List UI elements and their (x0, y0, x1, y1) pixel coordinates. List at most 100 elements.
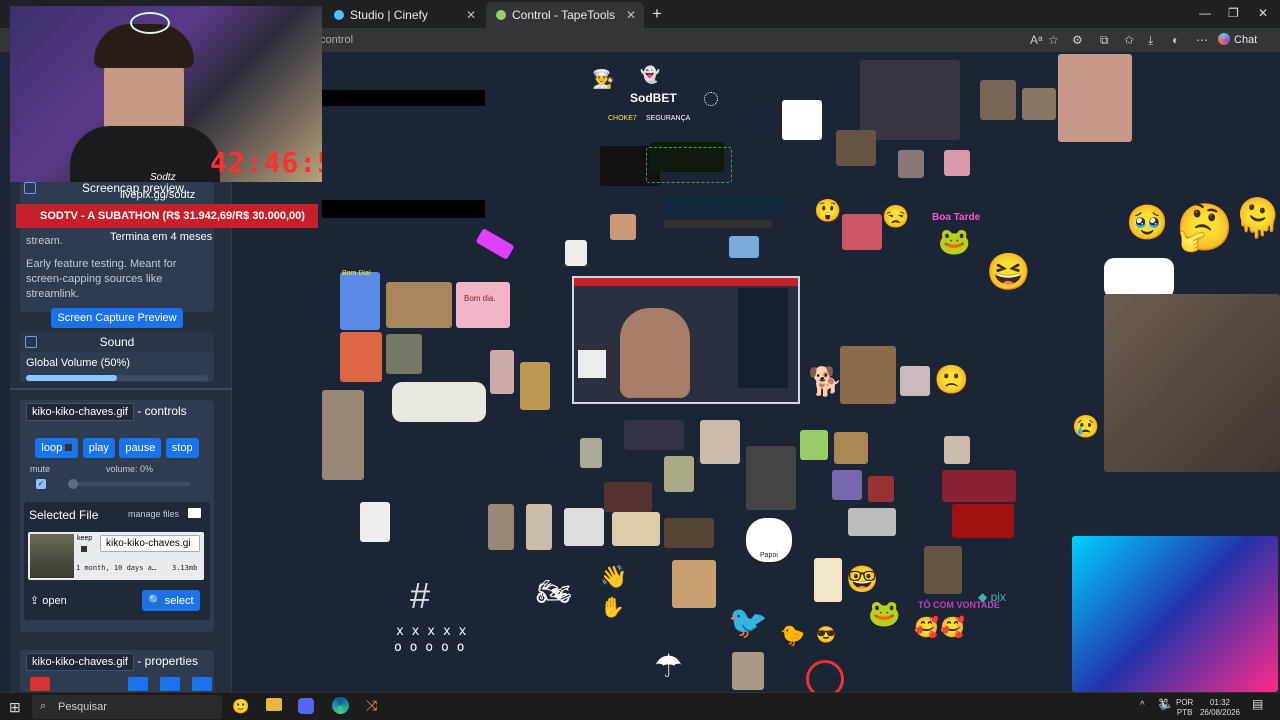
sodbet-logo[interactable]: SodBET (630, 91, 677, 105)
url-text[interactable]: control (320, 34, 353, 46)
sticker-face[interactable] (898, 150, 924, 178)
sticker-image[interactable] (800, 430, 828, 460)
file-entry[interactable]: keep kiko-kiko-chaves.gi 1 month, 10 day… (28, 532, 204, 580)
loop-checkbox[interactable] (65, 444, 73, 451)
copy-button[interactable] (192, 677, 212, 691)
sticker-chaves-gif[interactable] (1104, 294, 1280, 472)
chat-message[interactable] (662, 196, 786, 216)
sticker-monkey[interactable] (840, 346, 896, 404)
sticker-face[interactable] (1104, 258, 1174, 298)
raised-hand-icon[interactable]: ✋ (600, 598, 625, 618)
stop-button[interactable]: stop (165, 438, 199, 458)
volume-thumb[interactable] (68, 479, 78, 489)
sticker-image[interactable] (942, 470, 1016, 502)
qr-code[interactable] (565, 240, 587, 266)
sticker-face[interactable] (1022, 88, 1056, 120)
lock-button[interactable] (160, 677, 180, 691)
crying-emoji-icon[interactable]: 😢 (1072, 416, 1099, 438)
blob-emoji-icon[interactable]: 🫠 (1234, 200, 1280, 238)
sticker-image[interactable] (944, 436, 970, 464)
volume-icon[interactable]: 🔈 (1160, 700, 1174, 711)
sticker-drawing[interactable] (782, 100, 822, 140)
favorites-icon[interactable]: ✩ (1124, 33, 1134, 47)
crying-emoji-icon[interactable]: 🥹 (1126, 206, 1168, 240)
favorite-star-icon[interactable]: ☆ (1048, 33, 1059, 47)
edge-icon[interactable] (332, 697, 349, 714)
loading-icon[interactable] (704, 92, 718, 106)
close-tab-icon[interactable]: ✕ (626, 8, 636, 22)
sticker-image[interactable] (924, 546, 962, 594)
app-icon[interactable]: ⤨ (366, 697, 377, 714)
waving-hand-icon[interactable]: 👋 (600, 566, 627, 588)
cheeks-icon[interactable]: 🥰 (914, 618, 939, 638)
sticker-image[interactable] (624, 420, 684, 450)
hash-icon[interactable]: # (410, 578, 430, 614)
minion-icon[interactable]: 😎 (816, 628, 836, 644)
new-tab-icon[interactable]: + (652, 4, 662, 24)
global-volume-slider[interactable] (26, 375, 208, 381)
sticker-image[interactable] (520, 362, 550, 410)
face-emoji-icon[interactable]: 😒 (882, 206, 909, 228)
sticker-image[interactable] (842, 214, 882, 250)
face-emoji-icon[interactable]: 😲 (814, 200, 841, 222)
sticker-person[interactable] (1058, 54, 1132, 142)
tweety-icon[interactable]: 🐤 (780, 626, 805, 646)
sticker-colorful-face[interactable] (1072, 536, 1278, 692)
sticker-person[interactable] (526, 504, 552, 550)
sticker-face-grid[interactable] (860, 60, 960, 140)
sticker-rabbit[interactable] (360, 502, 390, 542)
sticker-photo[interactable] (386, 282, 452, 328)
tab-studio-cinefy[interactable]: Studio | Cinefy ✕ (324, 2, 484, 28)
pause-button[interactable]: pause (119, 438, 162, 458)
sticker-person[interactable] (732, 652, 764, 690)
expand-icon[interactable] (24, 182, 36, 194)
sticker-face[interactable] (900, 366, 930, 396)
sticker-image[interactable] (746, 446, 796, 510)
clock[interactable]: 01:32 26/08/2026 (1198, 698, 1242, 718)
file-explorer-icon[interactable] (266, 698, 282, 711)
cheeks-icon[interactable]: 🥰 (940, 618, 965, 638)
sticker-face[interactable] (836, 130, 876, 166)
sticker-image[interactable] (564, 508, 604, 546)
ghost-icon[interactable]: 👻 (640, 68, 660, 84)
sticker-bom-dia[interactable]: Bom Dia! (340, 270, 380, 330)
discord-icon[interactable] (298, 698, 314, 714)
extensions-icon[interactable]: ⚙ (1072, 33, 1083, 47)
close-window-icon[interactable]: ✕ (1258, 6, 1268, 20)
sticker-face[interactable] (340, 332, 382, 382)
hide-button[interactable] (128, 677, 148, 691)
tab-control-tapetools[interactable]: Control - TapeTools ✕ (486, 2, 644, 28)
o-row[interactable]: o o o o o (394, 640, 464, 655)
sticker-face[interactable] (944, 150, 970, 176)
frog-icon[interactable]: 🐸 (938, 228, 970, 254)
sticker-image[interactable] (832, 470, 862, 500)
face-emoji-icon[interactable]: 🙁 (934, 366, 969, 394)
x-row[interactable]: x x x x x (396, 624, 466, 639)
sticker-image[interactable] (729, 236, 759, 258)
expand-icon[interactable] (25, 336, 37, 348)
sticker-image[interactable] (868, 476, 894, 502)
select-button[interactable]: 🔍 select (142, 590, 200, 611)
frog-icon[interactable]: 🐸 (868, 600, 900, 626)
screen-capture-preview-button[interactable]: Screen Capture Preview (51, 308, 183, 328)
sticker-image[interactable] (952, 504, 1014, 538)
volume-slider[interactable] (68, 479, 190, 489)
sticker-cat[interactable] (672, 560, 716, 608)
windows-start-icon[interactable]: ⊞ (9, 699, 21, 716)
laughing-emoji-icon[interactable]: 😆 (986, 254, 1031, 290)
sticker-image[interactable] (700, 420, 740, 464)
close-tab-icon[interactable]: ✕ (466, 8, 476, 22)
motorcycle-icon[interactable]: 🏍 (536, 578, 572, 606)
doge-icon[interactable]: 🐕 (808, 368, 843, 396)
play-button[interactable]: play (82, 438, 115, 458)
notification-icon[interactable]: ▤ (1252, 698, 1263, 710)
umbrella-icon[interactable]: ☂ (654, 650, 683, 682)
chat-message[interactable] (646, 147, 732, 183)
sticker-person[interactable] (322, 390, 364, 480)
sticker-image[interactable] (580, 438, 602, 468)
open-button[interactable]: ⇪ open (30, 594, 67, 607)
file-name-field[interactable]: kiko-kiko-chaves.gi (100, 535, 200, 552)
read-aloud-icon[interactable]: Aᵃ (1030, 33, 1042, 47)
profile-icon[interactable]: ◐ (1172, 33, 1179, 47)
minimize-icon[interactable]: — (1199, 6, 1211, 20)
